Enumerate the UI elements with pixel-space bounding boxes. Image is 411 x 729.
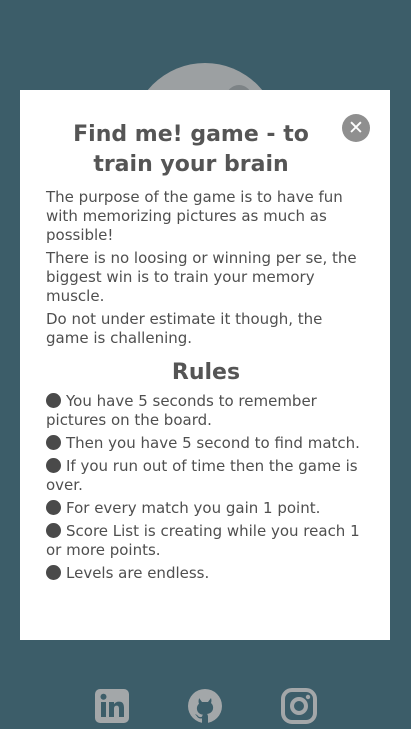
intro-paragraph: The purpose of the game is to have fun w… (46, 188, 343, 244)
rule-item: For every match you gain 1 point. (46, 499, 366, 518)
intro-paragraph: There is no loosing or winning per se, t… (46, 249, 357, 305)
close-icon[interactable]: ✕ (342, 114, 370, 142)
bullet-icon (46, 435, 61, 450)
rule-item: If you run out of time then the game is … (46, 457, 366, 495)
rule-item: Score List is creating while you reach 1… (46, 522, 366, 560)
bullet-icon (46, 500, 61, 515)
rule-item: You have 5 seconds to remember pictures … (46, 392, 366, 430)
rule-text: If you run out of time then the game is … (46, 457, 358, 494)
instagram-icon[interactable] (281, 688, 317, 724)
bullet-icon (46, 458, 61, 473)
rule-item: Then you have 5 second to find match. (46, 434, 366, 453)
rule-item: Levels are endless. (46, 564, 366, 583)
bullet-icon (46, 523, 61, 538)
bullet-icon (46, 393, 61, 408)
rules-heading: Rules (171, 360, 241, 385)
rule-text: For every match you gain 1 point. (66, 499, 321, 517)
instructions-modal: ✕ Find me! game - to train your brain Th… (20, 90, 390, 640)
rule-text: You have 5 seconds to remember pictures … (46, 392, 317, 429)
rule-text: Score List is creating while you reach 1… (46, 522, 360, 559)
linkedin-icon[interactable] (94, 688, 130, 724)
github-icon[interactable] (187, 688, 223, 724)
social-links (0, 688, 411, 724)
bullet-icon (46, 565, 61, 580)
intro-paragraph: Do not under estimate it though, the gam… (46, 310, 323, 347)
rule-text: Then you have 5 second to find match. (66, 434, 360, 452)
modal-title: Find me! game - to train your brain (73, 122, 309, 177)
rule-text: Levels are endless. (66, 564, 210, 582)
